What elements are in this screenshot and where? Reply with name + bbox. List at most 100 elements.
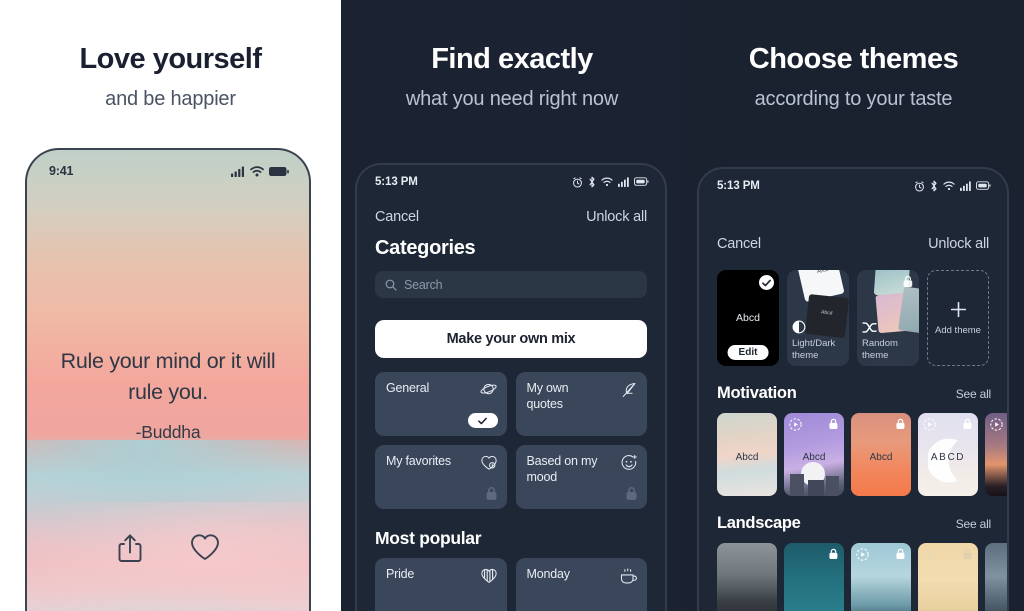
theme-sample-text: Abcd — [736, 312, 760, 325]
theme-thumb[interactable] — [918, 543, 978, 611]
signal-icon — [618, 177, 629, 187]
panel3-headline: Choose themes — [748, 43, 959, 75]
theme-thumb[interactable] — [851, 543, 911, 611]
tile-label: Monday — [526, 567, 570, 581]
theme-selector-row: Abcd Edit Abcd Abcd Light/Dark theme Ran… — [699, 252, 1007, 366]
theme-card-random[interactable]: Random theme — [857, 270, 919, 366]
tile-label: My favorites — [386, 454, 451, 468]
theme-thumb-label: Abcd — [869, 452, 893, 463]
theme-thumb-row-landscape — [699, 533, 1007, 611]
theme-thumb[interactable] — [784, 543, 844, 611]
battery-icon — [269, 166, 289, 177]
coffee-cup-icon — [619, 567, 638, 585]
cancel-button[interactable]: Cancel — [717, 236, 761, 252]
theme-thumb[interactable] — [717, 543, 777, 611]
category-tile-monday[interactable]: Monday — [515, 558, 647, 611]
wifi-icon — [250, 165, 264, 177]
wifi-icon — [601, 177, 613, 187]
shuffle-icon — [862, 321, 877, 334]
add-theme-label: Add theme — [935, 324, 981, 336]
category-tile-based-on-my-mood[interactable]: Based on my mood — [515, 445, 647, 509]
promo-panel-3: Choose themes according to your taste 5:… — [683, 0, 1024, 611]
phone-mockup-3: 5:13 PM Cancel Unlock all Abcd Edit Abcd… — [697, 167, 1009, 611]
search-input[interactable]: Search — [375, 271, 647, 298]
category-tiles: General My own quotes My favorites Based… — [357, 358, 665, 509]
alarm-icon — [572, 176, 583, 188]
make-your-own-mix-button[interactable]: Make your own mix — [375, 320, 647, 358]
see-all-link[interactable]: See all — [956, 517, 991, 531]
status-icons — [914, 180, 991, 192]
heart-icon[interactable] — [189, 532, 221, 564]
panel1-headline: Love yourself — [79, 43, 262, 75]
contrast-icon — [792, 320, 806, 334]
phone-mockup-2: 5:13 PM Cancel Unlock all Categories Sea… — [355, 163, 667, 611]
theme-thumb[interactable] — [985, 413, 1007, 496]
add-theme-button[interactable]: Add theme — [927, 270, 989, 366]
category-tile-my-favorites[interactable]: My favorites — [375, 445, 507, 509]
lock-icon — [962, 418, 973, 430]
theme-card-caption: Random theme — [862, 338, 898, 361]
theme-card-current[interactable]: Abcd Edit — [717, 270, 779, 366]
play-circle-icon — [923, 418, 936, 431]
theme-thumb[interactable]: ABCD — [918, 413, 978, 496]
striped-heart-icon — [480, 567, 498, 584]
status-time: 9:41 — [49, 164, 74, 178]
popular-tiles: Pride Monday — [357, 549, 665, 611]
unlock-all-button[interactable]: Unlock all — [928, 236, 989, 252]
tile-label: Pride — [386, 567, 415, 581]
building-decoration — [826, 476, 839, 496]
panel1-subhead: and be happier — [105, 88, 236, 110]
mix-button-label: Make your own mix — [446, 331, 576, 347]
quote-block: Rule your mind or it will rule you. -Bud… — [27, 346, 309, 443]
panel2-headline: Find exactly — [431, 43, 593, 75]
play-circle-icon — [990, 418, 1003, 431]
lock-icon — [895, 548, 906, 560]
category-tile-general[interactable]: General — [375, 372, 507, 436]
theme-thumb-label: Abcd — [802, 452, 826, 463]
nav-bar-2: Cancel Unlock all — [357, 209, 665, 225]
lock-icon — [902, 275, 914, 288]
status-bar-3: 5:13 PM — [699, 169, 1007, 192]
status-icons — [231, 165, 289, 177]
tile-label: My own quotes — [526, 381, 569, 411]
lock-icon — [962, 548, 973, 560]
selected-check-badge[interactable] — [467, 413, 498, 428]
nav-bar-3: Cancel Unlock all — [699, 236, 1007, 252]
share-icon[interactable] — [115, 532, 145, 564]
theme-thumb[interactable]: Abcd — [851, 413, 911, 496]
lock-icon — [828, 548, 839, 560]
feather-icon — [620, 381, 638, 399]
status-time: 5:13 PM — [375, 176, 418, 188]
edit-theme-button[interactable]: Edit — [727, 345, 769, 360]
category-name: Landscape — [717, 514, 801, 532]
signal-icon — [231, 166, 245, 177]
theme-thumb[interactable]: Abcd — [784, 413, 844, 496]
panel3-subhead: according to your taste — [754, 88, 953, 110]
quote-author: -Buddha — [135, 422, 201, 442]
see-all-link[interactable]: See all — [956, 387, 991, 401]
cancel-button[interactable]: Cancel — [375, 209, 419, 225]
category-tile-my-own-quotes[interactable]: My own quotes — [515, 372, 647, 436]
category-header-landscape: Landscape See all — [699, 514, 1007, 533]
building-decoration — [808, 480, 824, 496]
panel2-subhead: what you need right now — [405, 88, 619, 110]
alarm-icon — [914, 180, 925, 192]
unlock-all-button[interactable]: Unlock all — [586, 209, 647, 225]
lock-icon — [828, 418, 839, 430]
promo-panel-1: Love yourself and be happier 9:41 Rule y… — [0, 0, 341, 611]
play-circle-icon — [789, 418, 802, 431]
search-placeholder: Search — [404, 277, 443, 292]
play-circle-icon — [856, 548, 869, 561]
wave-decoration-3 — [27, 585, 309, 611]
theme-card-light-dark[interactable]: Abcd Abcd Light/Dark theme — [787, 270, 849, 366]
theme-thumb-label: ABCD — [930, 452, 966, 463]
category-tile-pride[interactable]: Pride — [375, 558, 507, 611]
theme-thumb[interactable]: Abcd — [717, 413, 777, 496]
theme-thumb-label: Abcd — [735, 452, 759, 463]
theme-thumb[interactable] — [985, 543, 1007, 611]
planet-icon — [479, 381, 498, 399]
category-header-motivation: Motivation See all — [699, 384, 1007, 403]
building-decoration — [790, 474, 804, 496]
lock-icon — [625, 486, 638, 501]
smiley-plus-icon — [620, 454, 638, 472]
